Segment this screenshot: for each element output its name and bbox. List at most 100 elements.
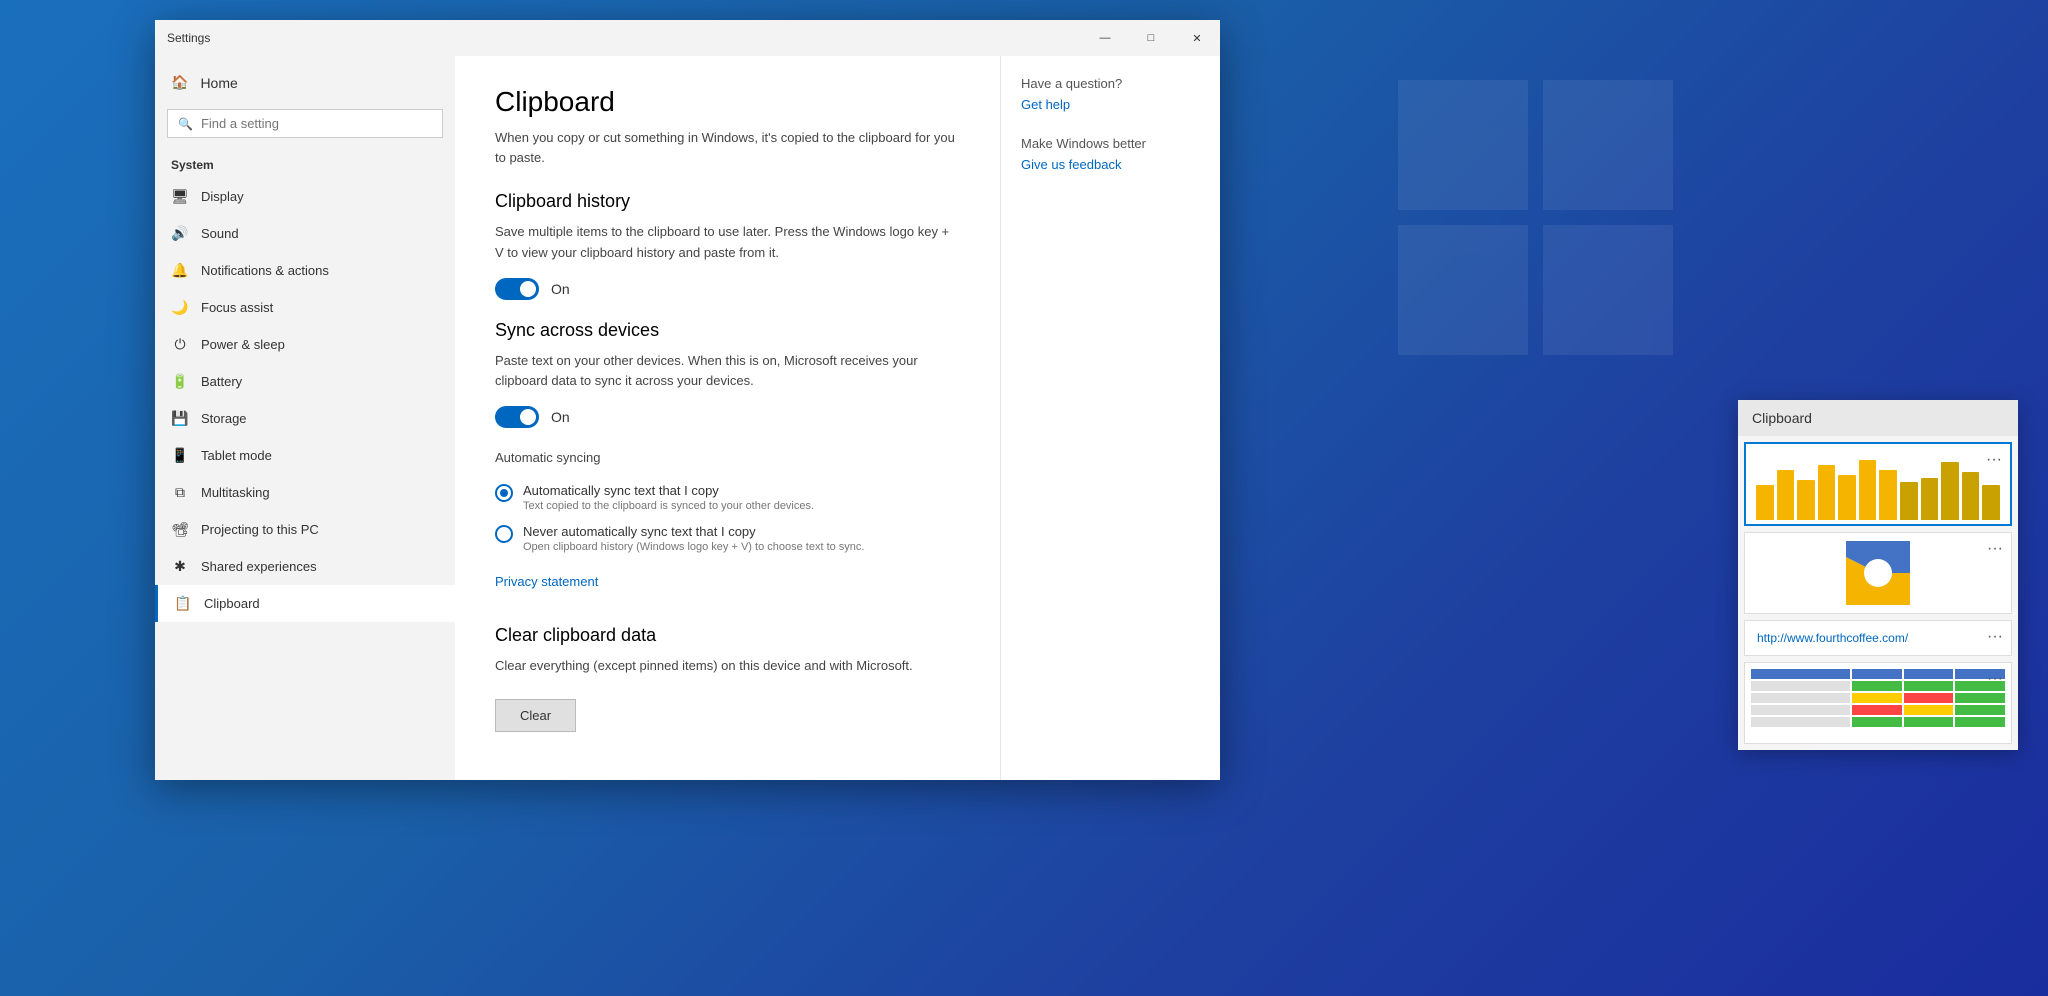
radio-manual-sync[interactable]: Never automatically sync text that I cop… (495, 524, 960, 553)
sidebar-item-label: Projecting to this PC (201, 522, 319, 537)
right-panel: Have a question? Get help Make Windows b… (1000, 56, 1220, 780)
clear-clipboard-title: Clear clipboard data (495, 625, 960, 646)
search-input[interactable] (201, 116, 432, 131)
sync-devices-title: Sync across devices (495, 320, 960, 341)
sidebar-item-label: Notifications & actions (201, 263, 329, 278)
sidebar-item-multitasking[interactable]: ⧉ Multitasking (155, 474, 455, 511)
clipboard-history-toggle-label: On (551, 281, 570, 297)
search-box[interactable]: 🔍 (167, 109, 443, 138)
page-title: Clipboard (495, 86, 960, 118)
sync-toggle-row: On (495, 406, 960, 428)
tablet-icon: 📱 (171, 447, 189, 464)
clipboard-item-more-btn[interactable]: ··· (1982, 448, 2006, 472)
give-feedback-link[interactable]: Give us feedback (1021, 157, 1200, 172)
sidebar-item-projecting[interactable]: 📽 Projecting to this PC (155, 511, 455, 548)
sidebar-item-power[interactable]: ⏻ Power & sleep (155, 326, 455, 363)
shared-icon: ✱ (171, 558, 189, 575)
sidebar-item-shared[interactable]: ✱ Shared experiences (155, 548, 455, 585)
clipboard-item-more-btn[interactable]: ··· (1983, 537, 2007, 561)
radio-manual-label: Never automatically sync text that I cop… (523, 524, 864, 539)
sidebar: 🏠 Home 🔍 System 🖥 Display 🔊 Sound 🔔 (155, 56, 455, 780)
window-title: Settings (167, 31, 210, 45)
page-description: When you copy or cut something in Window… (495, 128, 960, 167)
sidebar-item-clipboard[interactable]: 📋 Clipboard (155, 585, 455, 622)
clipboard-panel-title: Clipboard (1738, 400, 2018, 436)
notifications-icon: 🔔 (171, 262, 189, 279)
sync-devices-desc: Paste text on your other devices. When t… (495, 351, 960, 393)
sidebar-item-storage[interactable]: 💾 Storage (155, 400, 455, 437)
storage-icon: 💾 (171, 410, 189, 427)
have-question-title: Have a question? (1021, 76, 1200, 91)
windows-logo-decoration (1398, 80, 1698, 680)
home-icon: 🏠 (171, 74, 188, 91)
sidebar-item-label: Multitasking (201, 485, 270, 500)
radio-manual-sync-btn[interactable] (495, 525, 513, 543)
privacy-statement-link[interactable]: Privacy statement (495, 574, 598, 589)
content-area: 🏠 Home 🔍 System 🖥 Display 🔊 Sound 🔔 (155, 56, 1220, 780)
get-help-link[interactable]: Get help (1021, 97, 1200, 112)
clipboard-item-barchart[interactable]: ··· (1744, 442, 2012, 526)
sound-icon: 🔊 (171, 225, 189, 242)
clipboard-item-more-btn[interactable]: ··· (1983, 667, 2007, 691)
radio-auto-sync-btn[interactable] (495, 484, 513, 502)
sidebar-item-label: Tablet mode (201, 448, 272, 463)
sidebar-item-label: Storage (201, 411, 247, 426)
sidebar-item-tablet[interactable]: 📱 Tablet mode (155, 437, 455, 474)
title-bar: Settings — □ ✕ (155, 20, 1220, 56)
sidebar-item-label: Sound (201, 226, 239, 241)
system-section-header: System (155, 146, 455, 178)
clipboard-history-desc: Save multiple items to the clipboard to … (495, 222, 960, 264)
spreadsheet-thumbnail (1745, 663, 2011, 743)
clear-button[interactable]: Clear (495, 699, 576, 732)
feedback-section: Make Windows better Give us feedback (1021, 136, 1200, 172)
settings-window: Settings — □ ✕ 🏠 Home 🔍 System (155, 20, 1220, 780)
clear-clipboard-desc: Clear everything (except pinned items) o… (495, 656, 960, 677)
bar-chart-thumbnail (1746, 444, 2010, 524)
toggle-knob (520, 281, 536, 297)
minimize-button[interactable]: — (1082, 20, 1128, 56)
home-label: Home (200, 75, 237, 91)
sidebar-item-display[interactable]: 🖥 Display (155, 178, 455, 215)
sidebar-item-label: Focus assist (201, 300, 273, 315)
clipboard-item-spreadsheet[interactable]: ··· (1744, 662, 2012, 744)
sync-toggle[interactable] (495, 406, 539, 428)
sidebar-item-label: Power & sleep (201, 337, 285, 352)
sidebar-home[interactable]: 🏠 Home (155, 64, 455, 101)
clipboard-history-toggle[interactable] (495, 278, 539, 300)
sidebar-item-label: Battery (201, 374, 242, 389)
clipboard-item-url[interactable]: ··· http://www.fourthcoffee.com/ (1744, 620, 2012, 656)
maximize-button[interactable]: □ (1128, 20, 1174, 56)
clipboard-item-more-btn[interactable]: ··· (1983, 625, 2007, 649)
clipboard-item-piechart[interactable]: ··· (1744, 532, 2012, 614)
power-icon: ⏻ (171, 336, 189, 353)
toggle-knob (520, 409, 536, 425)
display-icon: 🖥 (171, 188, 189, 205)
projecting-icon: 📽 (171, 521, 189, 538)
sidebar-item-sound[interactable]: 🔊 Sound (155, 215, 455, 252)
sidebar-item-label: Shared experiences (201, 559, 317, 574)
pie-chart-thumbnail (1745, 533, 2011, 613)
sync-radio-group: Automatically sync text that I copy Text… (495, 483, 960, 553)
radio-auto-label: Automatically sync text that I copy (523, 483, 814, 498)
clipboard-flyout: Clipboard ··· ··· (1738, 400, 2018, 750)
search-icon: 🔍 (178, 117, 193, 131)
sidebar-item-label: Display (201, 189, 244, 204)
radio-manual-sub: Open clipboard history (Windows logo key… (523, 541, 864, 553)
sidebar-item-label: Clipboard (204, 596, 260, 611)
make-better-title: Make Windows better (1021, 136, 1200, 151)
clipboard-history-title: Clipboard history (495, 191, 960, 212)
window-controls: — □ ✕ (1082, 20, 1220, 56)
clipboard-icon: 📋 (174, 595, 192, 612)
radio-auto-sync[interactable]: Automatically sync text that I copy Text… (495, 483, 960, 512)
sync-toggle-label: On (551, 409, 570, 425)
main-content: Clipboard When you copy or cut something… (455, 56, 1000, 780)
sidebar-item-notifications[interactable]: 🔔 Notifications & actions (155, 252, 455, 289)
radio-auto-sub: Text copied to the clipboard is synced t… (523, 500, 814, 512)
help-section: Have a question? Get help (1021, 76, 1200, 112)
auto-sync-label: Automatic syncing (495, 448, 960, 469)
sidebar-item-focus[interactable]: 🌙 Focus assist (155, 289, 455, 326)
clipboard-history-toggle-row: On (495, 278, 960, 300)
sidebar-item-battery[interactable]: 🔋 Battery (155, 363, 455, 400)
close-button[interactable]: ✕ (1174, 20, 1220, 56)
multitasking-icon: ⧉ (171, 484, 189, 501)
